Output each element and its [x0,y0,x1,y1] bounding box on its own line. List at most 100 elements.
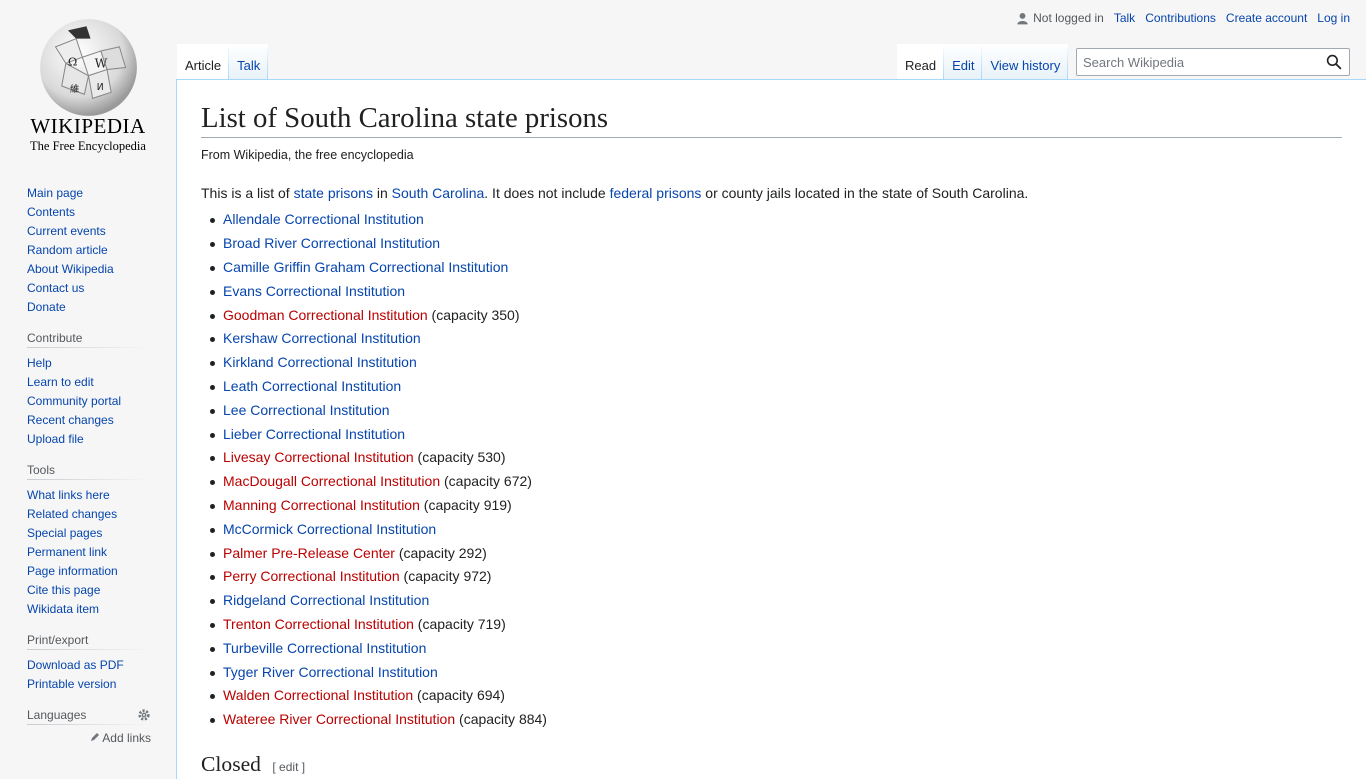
add-links[interactable]: Add links [27,731,151,745]
pencil-icon [90,733,99,741]
sidebar-item-download-pdf[interactable]: Download as PDF [27,658,124,672]
sidebar-item-main-page[interactable]: Main page [27,186,83,200]
sidebar-item-printable-version[interactable]: Printable version [27,677,116,691]
sidebar-item-contact-us[interactable]: Contact us [27,281,84,295]
prison-link[interactable]: Tyger River Correctional Institution [223,664,438,680]
tab-read[interactable]: Read [897,44,944,80]
list-item: Trenton Correctional Institution (capaci… [210,613,1342,635]
sidebar-item-wikidata-item[interactable]: Wikidata item [27,602,99,616]
sidebar-item-what-links-here[interactable]: What links here [27,488,110,502]
sidebar-item-learn-to-edit[interactable]: Learn to edit [27,375,94,389]
list-item: McCormick Correctional Institution [210,518,1342,540]
prison-link[interactable]: Turbeville Correctional Institution [223,640,426,656]
list-item: Perry Correctional Institution (capacity… [210,565,1342,587]
list-item: Broad River Correctional Institution [210,232,1342,254]
capacity-note: (capacity 530) [413,449,506,466]
namespace-tabs: Article Talk [177,44,268,80]
section-title: Closed [201,752,261,777]
list-item: Walden Correctional Institution (capacit… [210,684,1342,706]
prison-link[interactable]: Lee Correctional Institution [223,402,390,418]
list-item: Evans Correctional Institution [210,280,1342,302]
prison-link[interactable]: Leath Correctional Institution [223,378,401,394]
prison-link[interactable]: Manning Correctional Institution [223,497,420,513]
sidebar-item-special-pages[interactable]: Special pages [27,526,102,540]
sidebar-item-upload-file[interactable]: Upload file [27,432,84,446]
main-content: List of South Carolina state prisons Fro… [176,79,1366,779]
prison-link[interactable]: Kershaw Correctional Institution [223,330,421,346]
prison-link[interactable]: Livesay Correctional Institution [223,449,414,465]
search-input[interactable] [1077,49,1329,75]
page-title: List of South Carolina state prisons [201,100,1342,139]
capacity-note: (capacity 919) [419,496,512,513]
intro-text-3: . It does not include [484,185,610,202]
prison-link[interactable]: Perry Correctional Institution [223,568,400,584]
sidebar-item-contents[interactable]: Contents [27,205,75,219]
list-item: Tyger River Correctional Institution [210,661,1342,683]
site-sub: From Wikipedia, the free encyclopedia [201,148,414,163]
print-portal: Print/export Download as PDF Printable v… [27,633,151,694]
section-edit-link[interactable]: [ edit ] [272,760,305,774]
sidebar-item-permanent-link[interactable]: Permanent link [27,545,107,559]
sidebar-item-community-portal[interactable]: Community portal [27,394,121,408]
sidebar-item-cite-this-page[interactable]: Cite this page [27,583,100,597]
prison-link[interactable]: Broad River Correctional Institution [223,235,440,251]
south-carolina-link[interactable]: South Carolina [392,185,485,201]
sidebar-item-related-changes[interactable]: Related changes [27,507,117,521]
capacity-note: (capacity 672) [440,473,532,490]
svg-text:W: W [95,57,108,71]
prison-link[interactable]: Goodman Correctional Institution [223,307,428,323]
prison-link[interactable]: Kirkland Correctional Institution [223,354,417,370]
sidebar-item-page-information[interactable]: Page information [27,564,118,578]
list-item: MacDougall Correctional Institution (cap… [210,470,1342,492]
intro-paragraph: This is a list of state prisons in South… [201,182,1342,204]
sidebar-item-current-events[interactable]: Current events [27,224,106,238]
prison-link[interactable]: Allendale Correctional Institution [223,211,424,227]
prison-link[interactable]: MacDougall Correctional Institution [223,473,440,489]
languages-heading: Languages [27,708,87,722]
tab-talk[interactable]: Talk [229,44,268,80]
sidebar-item-recent-changes[interactable]: Recent changes [27,413,114,427]
prison-link[interactable]: Camille Griffin Graham Correctional Inst… [223,259,508,275]
capacity-note: (capacity 719) [413,615,506,632]
prison-list: Allendale Correctional Institution Broad … [201,208,1342,730]
prison-link[interactable]: Wateree River Correctional Institution [223,711,455,727]
tab-edit[interactable]: Edit [944,44,982,80]
prison-link[interactable]: Walden Correctional Institution [223,687,413,703]
search-icon[interactable] [1326,54,1342,70]
intro-text-4: or county jails located in the state of … [701,185,1029,202]
user-icon [1017,12,1028,24]
list-item: Leath Correctional Institution [210,375,1342,397]
wordmark: WIKIPEDIA [30,114,146,138]
list-item: Turbeville Correctional Institution [210,637,1342,659]
prison-link[interactable]: Trenton Correctional Institution [223,616,414,632]
intro-text-1: This is a list of [201,185,294,202]
prison-link[interactable]: Ridgeland Correctional Institution [223,592,429,608]
wikipedia-logo[interactable]: Ω W 維 И WIKIPEDIA The Free Encyclopedia [0,0,176,160]
tab-view-history[interactable]: View history [982,44,1068,80]
list-item: Manning Correctional Institution (capaci… [210,494,1342,516]
create-account-link[interactable]: Create account [1226,11,1307,25]
sidebar: Main page Contents Current events Random… [0,184,176,745]
capacity-note: (capacity 694) [413,687,505,704]
globe-icon: Ω W 維 И [40,19,137,116]
talk-link[interactable]: Talk [1114,11,1135,25]
logo-tagline: The Free Encyclopedia [30,139,146,153]
sidebar-item-help[interactable]: Help [27,356,52,370]
contributions-link[interactable]: Contributions [1145,11,1216,25]
tab-article[interactable]: Article [177,44,229,80]
list-item: Livesay Correctional Institution (capaci… [210,446,1342,468]
capacity-note: (capacity 292) [394,544,487,561]
intro-text-2: in [372,185,392,202]
sidebar-item-donate[interactable]: Donate [27,300,66,314]
federal-prisons-link[interactable]: federal prisons [610,185,702,201]
svg-text:И: И [97,82,104,93]
prison-link[interactable]: Evans Correctional Institution [223,283,405,299]
prison-link[interactable]: Palmer Pre-Release Center [223,545,395,561]
log-in-link[interactable]: Log in [1317,11,1350,25]
prison-link[interactable]: Lieber Correctional Institution [223,426,405,442]
sidebar-item-random-article[interactable]: Random article [27,243,108,257]
state-prisons-link[interactable]: state prisons [294,185,373,201]
gear-icon[interactable] [137,708,151,722]
prison-link[interactable]: McCormick Correctional Institution [223,521,436,537]
sidebar-item-about-wikipedia[interactable]: About Wikipedia [27,262,114,276]
